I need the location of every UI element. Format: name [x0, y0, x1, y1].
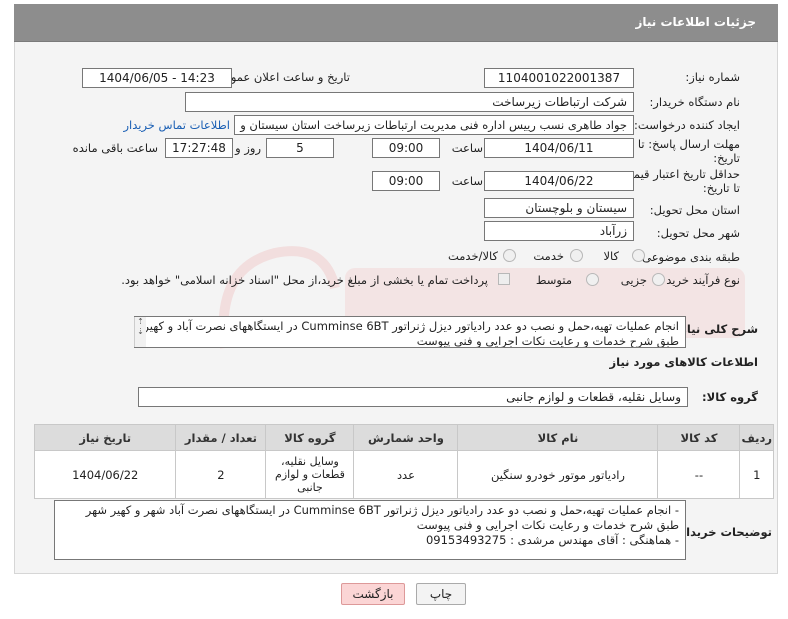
col-group: گروه کالا [265, 424, 355, 451]
goods-group-field[interactable]: وسایل نقلیه، قطعات و لوازم جانبی [138, 387, 688, 407]
header-bar: جزئیات اطلاعات نیاز [14, 4, 778, 42]
announce-label: تاریخ و ساعت اعلان عمومی: [211, 70, 350, 84]
buyer-notes-textarea[interactable]: - انجام عملیات تهیه،حمل و نصب دو عدد راد… [54, 500, 686, 560]
col-name: نام کالا [457, 424, 659, 451]
min-price-label-2: تا تاریخ: [702, 181, 740, 195]
remaining-time-field[interactable]: 17:27:48 [165, 138, 233, 158]
col-unit: واحد شمارش [353, 424, 459, 451]
table-header-row: ردیف کد کالا نام کالا واحد شمارش گروه کا… [33, 424, 774, 451]
category-label: طبقه بندی موضوعی: [638, 250, 740, 264]
buyer-notes-line-1: - انجام عملیات تهیه،حمل و نصب دو عدد راد… [85, 503, 679, 517]
days-label: روز و [235, 141, 261, 155]
days-field[interactable]: 5 [266, 138, 334, 158]
cell-qty: 2 [175, 450, 267, 499]
category-option-goods: کالا [603, 249, 619, 263]
category-radio-goods[interactable] [632, 249, 645, 262]
payment-checkbox[interactable] [498, 273, 510, 285]
min-price-time-label: ساعت [451, 174, 483, 188]
buyer-org-field[interactable]: شرکت ارتباطات زیرساخت [185, 92, 634, 112]
city-field[interactable]: زرآباد [484, 221, 634, 241]
cell-group: وسایل نقلیه، قطعات و لوازم جانبی [265, 450, 355, 499]
process-radio-minor[interactable] [652, 273, 665, 286]
cell-row: 1 [739, 450, 774, 499]
min-price-date-field[interactable]: 1404/06/22 [484, 171, 634, 191]
deadline-date-field[interactable]: 1404/06/11 [484, 138, 634, 158]
buyer-notes-label: توضیحات خریدار: [674, 525, 772, 539]
category-radio-service[interactable] [570, 249, 583, 262]
city-label: شهر محل تحویل: [656, 226, 740, 240]
col-date: تاریخ نیاز [33, 424, 177, 451]
need-number-label: شماره نیاز: [685, 70, 740, 84]
min-price-label: حداقل تاریخ اعتبار قیمت: [618, 167, 740, 181]
cell-code: -- [657, 450, 741, 499]
col-code: کد کالا [657, 424, 741, 451]
process-label: نوع فرآیند خرید : [658, 273, 740, 287]
contact-info-link[interactable]: اطلاعات تماس خریدار [123, 118, 230, 132]
province-label: استان محل تحویل: [649, 203, 740, 217]
back-button[interactable]: بازگشت [341, 583, 405, 605]
goods-section-title: اطلاعات کالاهای مورد نیاز [609, 355, 758, 369]
col-qty: تعداد / مقدار [175, 424, 267, 451]
table-row[interactable]: 1 -- رادیاتور موتور خودرو سنگین عدد وسای… [33, 450, 774, 499]
min-price-time-field[interactable]: 09:00 [372, 171, 440, 191]
deadline-label: مهلت ارسال پاسخ: تا [637, 137, 740, 151]
category-radio-goods-service[interactable] [503, 249, 516, 262]
announce-field[interactable]: 1404/06/05 - 14:23 [82, 68, 232, 88]
goods-group-label: گروه کالا: [702, 390, 758, 404]
cell-name: رادیاتور موتور خودرو سنگین [457, 450, 659, 499]
creator-field[interactable]: جواد طاهری نسب رییس اداره فنی مدیریت ارت… [234, 115, 634, 135]
province-field[interactable]: سیستان و بلوچستان [484, 198, 634, 218]
deadline-time-field[interactable]: 09:00 [372, 138, 440, 158]
cell-unit: عدد [353, 450, 459, 499]
print-button[interactable]: چاپ [416, 583, 466, 605]
page-title: جزئیات اطلاعات نیاز [635, 15, 756, 29]
description-text: انجام عملیات تهیه،حمل و نصب دو عدد رادیا… [143, 319, 679, 348]
category-option-goods-service: کالا/خدمت [447, 249, 498, 263]
cell-date: 1404/06/22 [33, 450, 177, 499]
deadline-label-2: تاریخ: [713, 151, 740, 165]
buyer-notes-line-3: - هماهنگی : آقای مهندس مرشدی : 091534932… [425, 533, 679, 547]
description-scrollbar[interactable]: ⇡ ⇣ [134, 317, 146, 347]
description-textarea[interactable]: انجام عملیات تهیه،حمل و نصب دو عدد رادیا… [134, 316, 686, 348]
need-number-field[interactable]: 1104001022001387 [484, 68, 634, 88]
creator-label: ایجاد کننده درخواست: [634, 118, 740, 132]
process-radio-medium[interactable] [586, 273, 599, 286]
col-row: ردیف [739, 424, 774, 451]
payment-note: پرداخت تمام یا بخشی از مبلغ خرید،از محل … [121, 273, 488, 287]
process-option-medium: متوسط [535, 273, 572, 287]
category-option-service: خدمت [533, 249, 564, 263]
goods-table: ردیف کد کالا نام کالا واحد شمارش گروه کا… [33, 424, 774, 499]
process-option-minor: جزیی [620, 273, 647, 287]
description-label: شرح کلی نیاز: [675, 322, 758, 336]
buyer-org-label: نام دستگاه خریدار: [649, 95, 740, 109]
remaining-label: ساعت باقی مانده [72, 141, 158, 155]
deadline-time-label: ساعت [451, 141, 483, 155]
buyer-notes-line-2: طبق شرح خدمات و رعایت نکات اجرایی و فنی … [416, 518, 679, 532]
